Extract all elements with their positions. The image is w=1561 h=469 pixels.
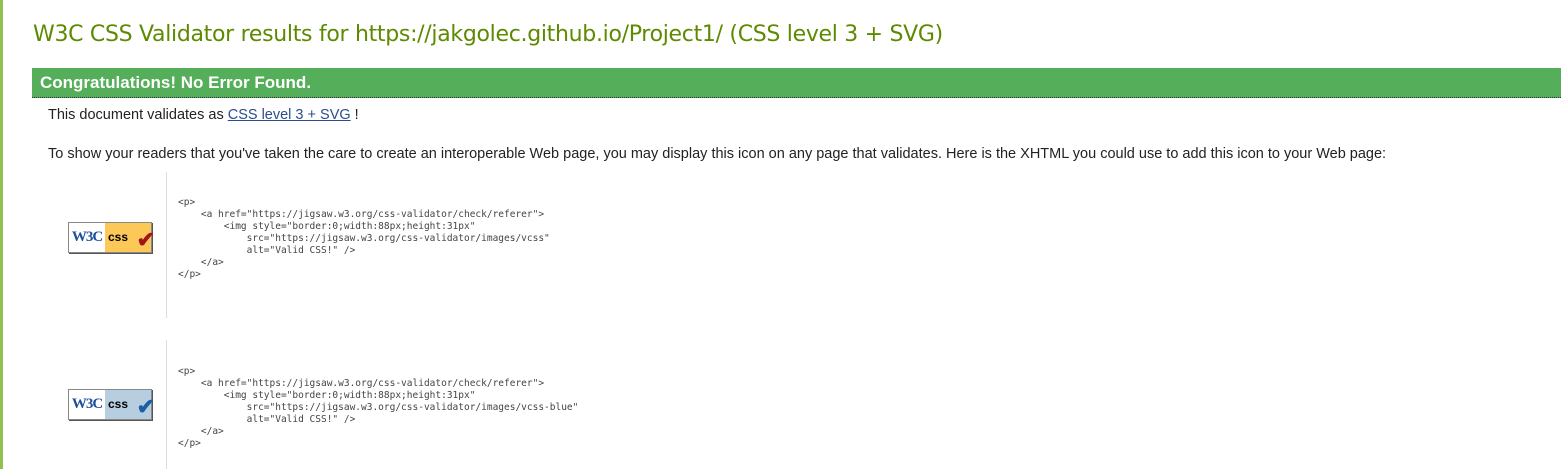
css-label: css [108, 230, 129, 244]
badge-code-snippet: <p> <a href="https://jigsaw.w3.org/css-v… [178, 197, 550, 280]
checkmark-icon: ✔ [136, 394, 155, 419]
left-border [0, 0, 3, 469]
validates-prefix: This document validates as [48, 107, 228, 123]
valid-css-blue-badge-icon[interactable]: W3C css ✔ [68, 389, 155, 420]
success-banner: Congratulations! No Error Found. [32, 68, 1561, 98]
banner-text: Congratulations! No Error Found. [40, 73, 312, 92]
css-label: css [108, 397, 129, 411]
css-profile-link[interactable]: CSS level 3 + SVG [228, 107, 351, 123]
validates-text: This document validates as CSS level 3 +… [48, 107, 359, 123]
page-title: W3C CSS Validator results for https://ja… [33, 22, 943, 47]
w3c-logo: W3C [69, 390, 105, 419]
w3c-logo: W3C [69, 223, 105, 252]
validates-suffix: ! [350, 107, 359, 123]
valid-css-gold-badge-icon[interactable]: W3C css ✔ [68, 222, 155, 253]
badge-code-snippet: <p> <a href="https://jigsaw.w3.org/css-v… [178, 366, 579, 449]
checkmark-icon: ✔ [136, 227, 155, 252]
intro-text: To show your readers that you've taken t… [48, 146, 1387, 162]
